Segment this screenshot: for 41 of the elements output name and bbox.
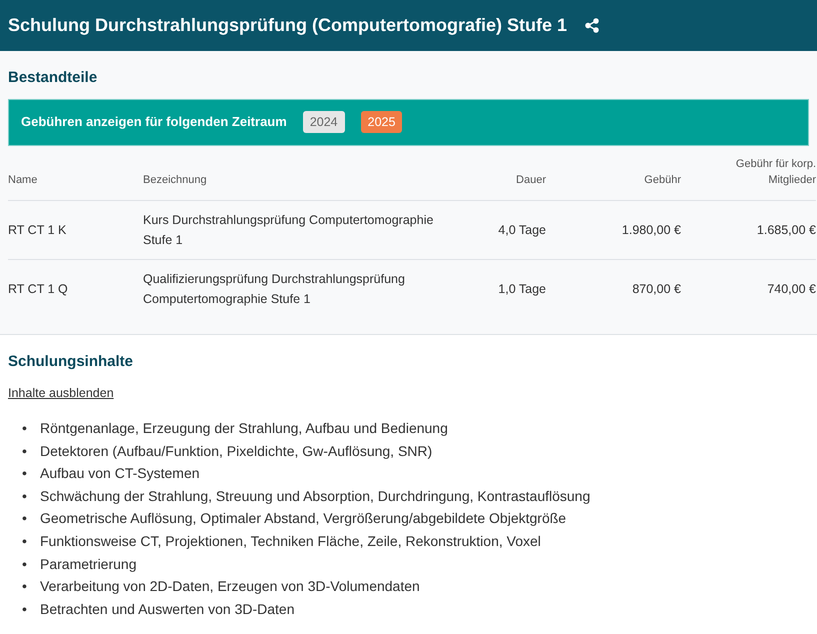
bullet: • bbox=[22, 600, 28, 619]
bullet: • bbox=[22, 442, 28, 461]
table-cell-text: RT CT 1 K bbox=[8, 222, 66, 238]
table-cell-text: 870,00 € bbox=[632, 280, 681, 298]
table-cell-text: Kurs Durchstrahlungsprüfung Computertomographie Stufe 1 bbox=[143, 212, 434, 248]
bullet: • bbox=[22, 486, 28, 506]
bullet: • bbox=[22, 464, 28, 484]
year-button[interactable]: 2025 bbox=[360, 110, 402, 134]
column-header: Bezeichnung bbox=[143, 173, 207, 188]
list-item: Funktionsweise CT, Projektionen, Techniken Fläche, Zeile, Rekonstruktion, Voxel bbox=[40, 532, 541, 549]
list-item: Verarbeitung von 2D-Daten, Erzeugen von 3D-Volumendaten bbox=[40, 578, 420, 594]
list-item: Detektoren (Aufbau/Funktion, Pixeldichte, Gw-Auflösung, SNR) bbox=[40, 442, 432, 459]
column-header: Gebühr bbox=[644, 173, 681, 188]
list-item: Betrachten und Auswerten von 3D-Daten bbox=[40, 600, 294, 617]
bullet: • bbox=[22, 554, 28, 574]
list-item: Schwächung der Strahlung, Streuung und Absorption, Durchdringung, Kontrastauflösung bbox=[40, 488, 590, 504]
list-item: Aufbau von CT-Systemen bbox=[40, 465, 200, 482]
column-header: Dauer bbox=[516, 173, 546, 188]
bullet: • bbox=[22, 577, 28, 596]
table-cell-text: Qualifizierungsprüfung Durchstrahlungsprüfung Computertomographie Stufe 1 bbox=[143, 270, 406, 308]
page-title: Schulung Durchstrahlungsprüfung (Computertomografie) Stufe 1 bbox=[8, 14, 567, 36]
table-cell-text: 1.980,00 € bbox=[622, 222, 681, 238]
column-header: Name bbox=[8, 173, 38, 188]
period-label: Gebühren anzeigen für folgenden Zeitraum bbox=[21, 113, 287, 132]
hide-contents-link[interactable]: Inhalte ausblenden bbox=[8, 386, 114, 400]
column-header: Gebühr für korp. Mitglieder bbox=[734, 156, 816, 188]
table-cell-text: 740,00 € bbox=[767, 280, 816, 298]
table-cell-text: RT CT 1 Q bbox=[8, 280, 68, 298]
list-item: Röntgenanlage, Erzeugung der Strahlung, Aufbau und Bedienung bbox=[40, 420, 448, 436]
table-cell-text: 4,0 Tage bbox=[498, 222, 546, 239]
year-button[interactable]: 2024 bbox=[302, 110, 345, 134]
section-heading: Schulungsinhalte bbox=[8, 352, 134, 372]
bullet: • bbox=[22, 532, 28, 551]
bullet: • bbox=[22, 509, 28, 528]
list-item: Geometrische Auflösung, Optimaler Abstand, Vergrößerung/abgebildete Objektgröße bbox=[40, 510, 566, 526]
section-heading: Bestandteile bbox=[8, 68, 98, 88]
table-cell-text: 1.685,00 € bbox=[756, 222, 816, 238]
table-cell-text: 1,0 Tage bbox=[498, 280, 546, 298]
list-item: Parametrierung bbox=[40, 556, 136, 572]
share-icon[interactable] bbox=[585, 18, 599, 33]
bullet: • bbox=[22, 419, 28, 438]
